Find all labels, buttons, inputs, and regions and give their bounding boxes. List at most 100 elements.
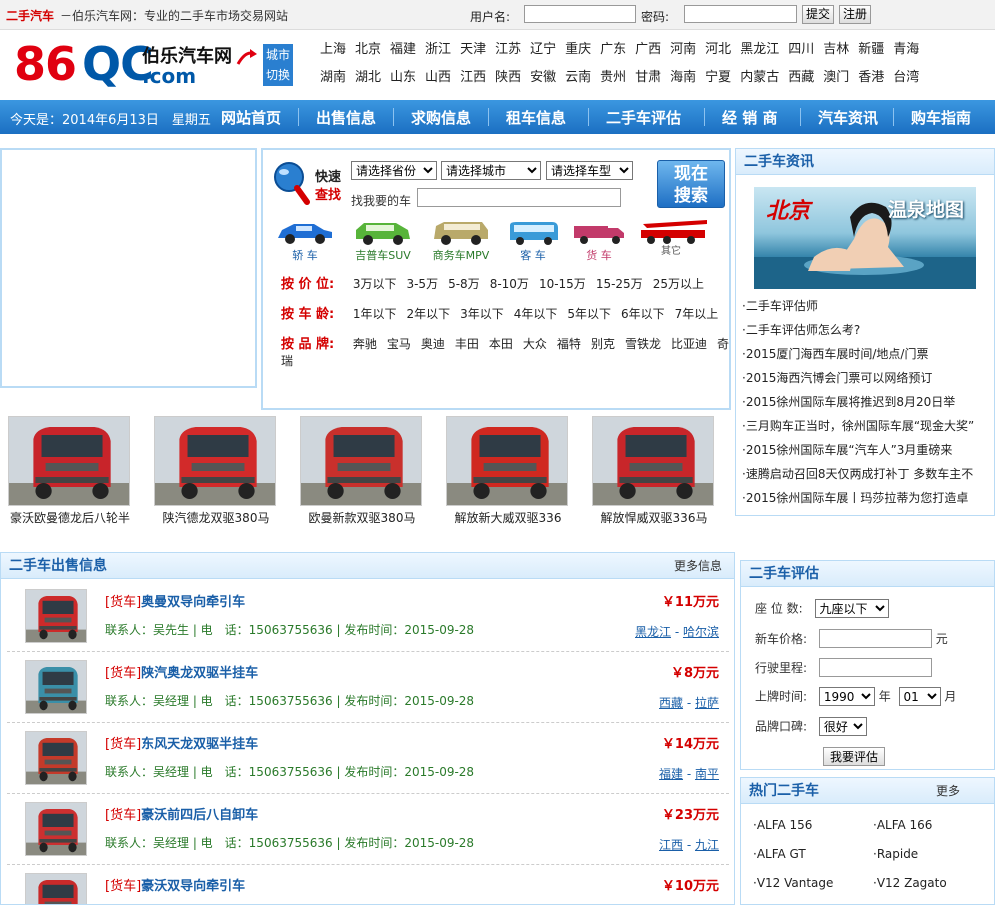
featured-truck[interactable]: 解放悍威双驱336马 bbox=[592, 416, 716, 526]
city-link[interactable]: 广东 bbox=[600, 41, 626, 59]
city-link[interactable]: 澳门 bbox=[823, 69, 849, 87]
city-switch-button[interactable]: 城市 切换 bbox=[263, 44, 293, 86]
city-link[interactable]: 河南 bbox=[670, 41, 696, 59]
city-link[interactable]: 海南 bbox=[670, 69, 696, 87]
sell-title[interactable]: [货车]东风天龙双驱半挂车 bbox=[105, 733, 258, 752]
city-link[interactable]: 浙江 bbox=[425, 41, 451, 59]
city-link[interactable]: 陕西 bbox=[495, 69, 521, 87]
truck-caption[interactable]: 解放新大威双驱336 bbox=[446, 509, 570, 526]
city-link[interactable]: 云南 bbox=[565, 69, 591, 87]
city-link[interactable]: 北京 bbox=[355, 41, 381, 59]
brand-link[interactable]: 二手汽车 bbox=[6, 7, 54, 24]
password-input[interactable] bbox=[684, 5, 797, 23]
eval-seats-select[interactable]: 九座以下 bbox=[814, 599, 889, 618]
truck-caption[interactable]: 解放悍威双驱336马 bbox=[592, 509, 716, 526]
province-select[interactable]: 请选择省份 bbox=[351, 161, 437, 180]
sell-city-link[interactable]: 哈尔滨 bbox=[683, 625, 719, 639]
city-link[interactable]: 甘肃 bbox=[635, 69, 661, 87]
city-link[interactable]: 天津 bbox=[460, 41, 486, 59]
filter-option[interactable]: 5年以下 bbox=[567, 307, 611, 321]
city-link[interactable]: 四川 bbox=[788, 41, 814, 59]
filter-option[interactable]: 15-25万 bbox=[596, 277, 643, 291]
news-item[interactable]: ·2015厦门海西车展时间/地点/门票 bbox=[742, 345, 974, 369]
sell-photo[interactable] bbox=[25, 802, 87, 856]
username-input[interactable] bbox=[524, 5, 636, 23]
find-car-input[interactable] bbox=[417, 188, 621, 207]
city-link[interactable]: 上海 bbox=[320, 41, 346, 59]
filter-option[interactable]: 大众 bbox=[523, 337, 547, 351]
nav-item[interactable]: 经 销 商 bbox=[722, 107, 777, 128]
sell-province-link[interactable]: 西藏 bbox=[659, 696, 683, 710]
city-link[interactable]: 内蒙古 bbox=[740, 69, 779, 87]
truck-caption[interactable]: 陕汽德龙双驱380马 bbox=[154, 509, 278, 526]
eval-month-select[interactable]: 01 bbox=[898, 687, 941, 706]
truck-photo[interactable] bbox=[8, 416, 130, 506]
featured-truck[interactable]: 欧曼新款双驱380马 bbox=[300, 416, 424, 526]
hot-car-item[interactable]: ·Rapide bbox=[873, 847, 918, 861]
filter-option[interactable]: 8-10万 bbox=[490, 277, 529, 291]
city-select[interactable]: 请选择城市 bbox=[441, 161, 541, 180]
city-link[interactable]: 青海 bbox=[893, 41, 919, 59]
filter-option[interactable]: 本田 bbox=[489, 337, 513, 351]
sell-title[interactable]: [货车]陕汽奥龙双驱半挂车 bbox=[105, 662, 258, 681]
sell-photo[interactable] bbox=[25, 873, 87, 904]
nav-item[interactable]: 租车信息 bbox=[506, 107, 566, 128]
city-link[interactable]: 广西 bbox=[635, 41, 661, 59]
filter-option[interactable]: 4年以下 bbox=[514, 307, 558, 321]
city-link[interactable]: 台湾 bbox=[893, 69, 919, 87]
sell-photo[interactable] bbox=[25, 660, 87, 714]
login-submit-button[interactable]: 提交 bbox=[802, 5, 835, 24]
hot-more-link[interactable]: 更多 bbox=[936, 778, 960, 804]
filter-option[interactable]: 3万以下 bbox=[353, 277, 397, 291]
city-link[interactable]: 辽宁 bbox=[530, 41, 556, 59]
city-link[interactable]: 贵州 bbox=[600, 69, 626, 87]
sell-title[interactable]: [货车]奥曼双导向牵引车 bbox=[105, 591, 245, 610]
filter-option[interactable]: 3年以下 bbox=[460, 307, 504, 321]
filter-option[interactable]: 雪铁龙 bbox=[625, 337, 661, 351]
city-link[interactable]: 江西 bbox=[460, 69, 486, 87]
news-item[interactable]: ·二手车评估师 bbox=[742, 297, 974, 321]
nav-item[interactable]: 汽车资讯 bbox=[818, 107, 878, 128]
news-item[interactable]: ·2015徐州国际车展丨玛莎拉蒂为您打造卓 bbox=[742, 489, 974, 513]
city-link[interactable]: 湖北 bbox=[355, 69, 381, 87]
truck-photo[interactable] bbox=[300, 416, 422, 506]
sell-city-link[interactable]: 拉萨 bbox=[695, 696, 719, 710]
truck-photo[interactable] bbox=[446, 416, 568, 506]
city-link[interactable]: 吉林 bbox=[823, 41, 849, 59]
sell-more-link[interactable]: 更多信息 bbox=[674, 553, 722, 579]
news-banner-image[interactable]: 北京 温泉地图 bbox=[754, 187, 976, 289]
sell-city-link[interactable]: 九江 bbox=[695, 838, 719, 852]
sell-title[interactable]: [货车]豪沃前四后八自卸车 bbox=[105, 804, 258, 823]
news-item[interactable]: ·二手车评估师怎么考? bbox=[742, 321, 974, 345]
city-link[interactable]: 香港 bbox=[858, 69, 884, 87]
city-link[interactable]: 山西 bbox=[425, 69, 451, 87]
site-logo[interactable]: 86 QC 伯乐汽车网 .com bbox=[14, 36, 264, 92]
filter-option[interactable]: 3-5万 bbox=[406, 277, 438, 291]
hot-car-item[interactable]: ·V12 Zagato bbox=[873, 876, 947, 890]
filter-option[interactable]: 5-8万 bbox=[448, 277, 480, 291]
nav-item[interactable]: 二手车评估 bbox=[606, 107, 681, 128]
eval-year-select[interactable]: 1990 bbox=[818, 687, 875, 706]
filter-option[interactable]: 奥迪 bbox=[421, 337, 445, 351]
search-now-button[interactable]: 现在 搜索 bbox=[657, 160, 725, 208]
filter-option[interactable]: 别克 bbox=[591, 337, 615, 351]
hot-car-item[interactable]: ·ALFA GT bbox=[753, 847, 806, 861]
hot-car-item[interactable]: ·ALFA 166 bbox=[873, 818, 932, 832]
nav-item[interactable]: 求购信息 bbox=[411, 107, 471, 128]
car-type-select[interactable]: 请选择车型 bbox=[546, 161, 633, 180]
hot-car-item[interactable]: ·V12 Vantage bbox=[753, 876, 833, 890]
sell-photo[interactable] bbox=[25, 731, 87, 785]
category-suv[interactable]: 吉普车SUV bbox=[349, 220, 417, 263]
category-sedan[interactable]: 轿 车 bbox=[271, 220, 339, 263]
city-link[interactable]: 湖南 bbox=[320, 69, 346, 87]
filter-option[interactable]: 25万以上 bbox=[653, 277, 704, 291]
city-link[interactable]: 江苏 bbox=[495, 41, 521, 59]
sell-photo[interactable] bbox=[25, 589, 87, 643]
eval-newprice-input[interactable] bbox=[818, 629, 932, 648]
category-other[interactable]: 其它 bbox=[637, 218, 707, 257]
city-link[interactable]: 福建 bbox=[390, 41, 416, 59]
hot-car-item[interactable]: ·ALFA 156 bbox=[753, 818, 812, 832]
news-item[interactable]: ·三月购车正当时，徐州国际车展“现金大奖” bbox=[742, 417, 974, 441]
filter-option[interactable]: 6年以下 bbox=[621, 307, 665, 321]
truck-photo[interactable] bbox=[154, 416, 276, 506]
